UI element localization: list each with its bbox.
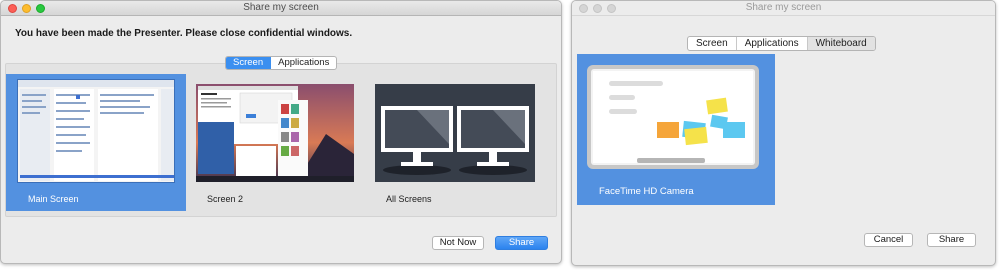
- tab-screen[interactable]: Screen: [688, 37, 737, 50]
- whiteboard-icon: [587, 65, 759, 169]
- window-title: Share my screen: [745, 2, 822, 13]
- tab-whiteboard[interactable]: Whiteboard: [807, 37, 875, 50]
- share-type-tabs: Screen Applications Whiteboard: [687, 36, 876, 51]
- share-type-tabs: Screen Applications: [225, 56, 338, 70]
- window-title: Share my screen: [243, 2, 319, 13]
- main-screen-label: Main Screen: [28, 194, 79, 204]
- facetime-camera-tile[interactable]: FaceTime HD Camera: [577, 54, 775, 205]
- title-bar[interactable]: Share my screen: [572, 1, 995, 16]
- title-bar[interactable]: Share my screen: [1, 1, 561, 16]
- two-monitors-icon: [381, 106, 529, 175]
- all-screens-label: All Screens: [386, 194, 432, 204]
- tab-applications[interactable]: Applications: [271, 57, 336, 69]
- share-button[interactable]: Share: [495, 236, 548, 250]
- not-now-button[interactable]: Not Now: [432, 236, 484, 250]
- tab-screen[interactable]: Screen: [226, 57, 272, 69]
- share-button-secondary[interactable]: Share: [927, 233, 976, 247]
- tab-applications[interactable]: Applications: [737, 37, 808, 50]
- cancel-button[interactable]: Cancel: [864, 233, 913, 247]
- main-screen-thumbnail: [17, 79, 175, 183]
- all-screens-thumbnail: [375, 84, 535, 182]
- facetime-camera-label: FaceTime HD Camera: [599, 186, 694, 197]
- screen-2-label: Screen 2: [207, 194, 244, 204]
- presenter-message: You have been made the Presenter. Please…: [15, 28, 353, 39]
- main-screen-tile[interactable]: Main Screen: [6, 74, 186, 211]
- screen-2-thumbnail: [196, 84, 354, 182]
